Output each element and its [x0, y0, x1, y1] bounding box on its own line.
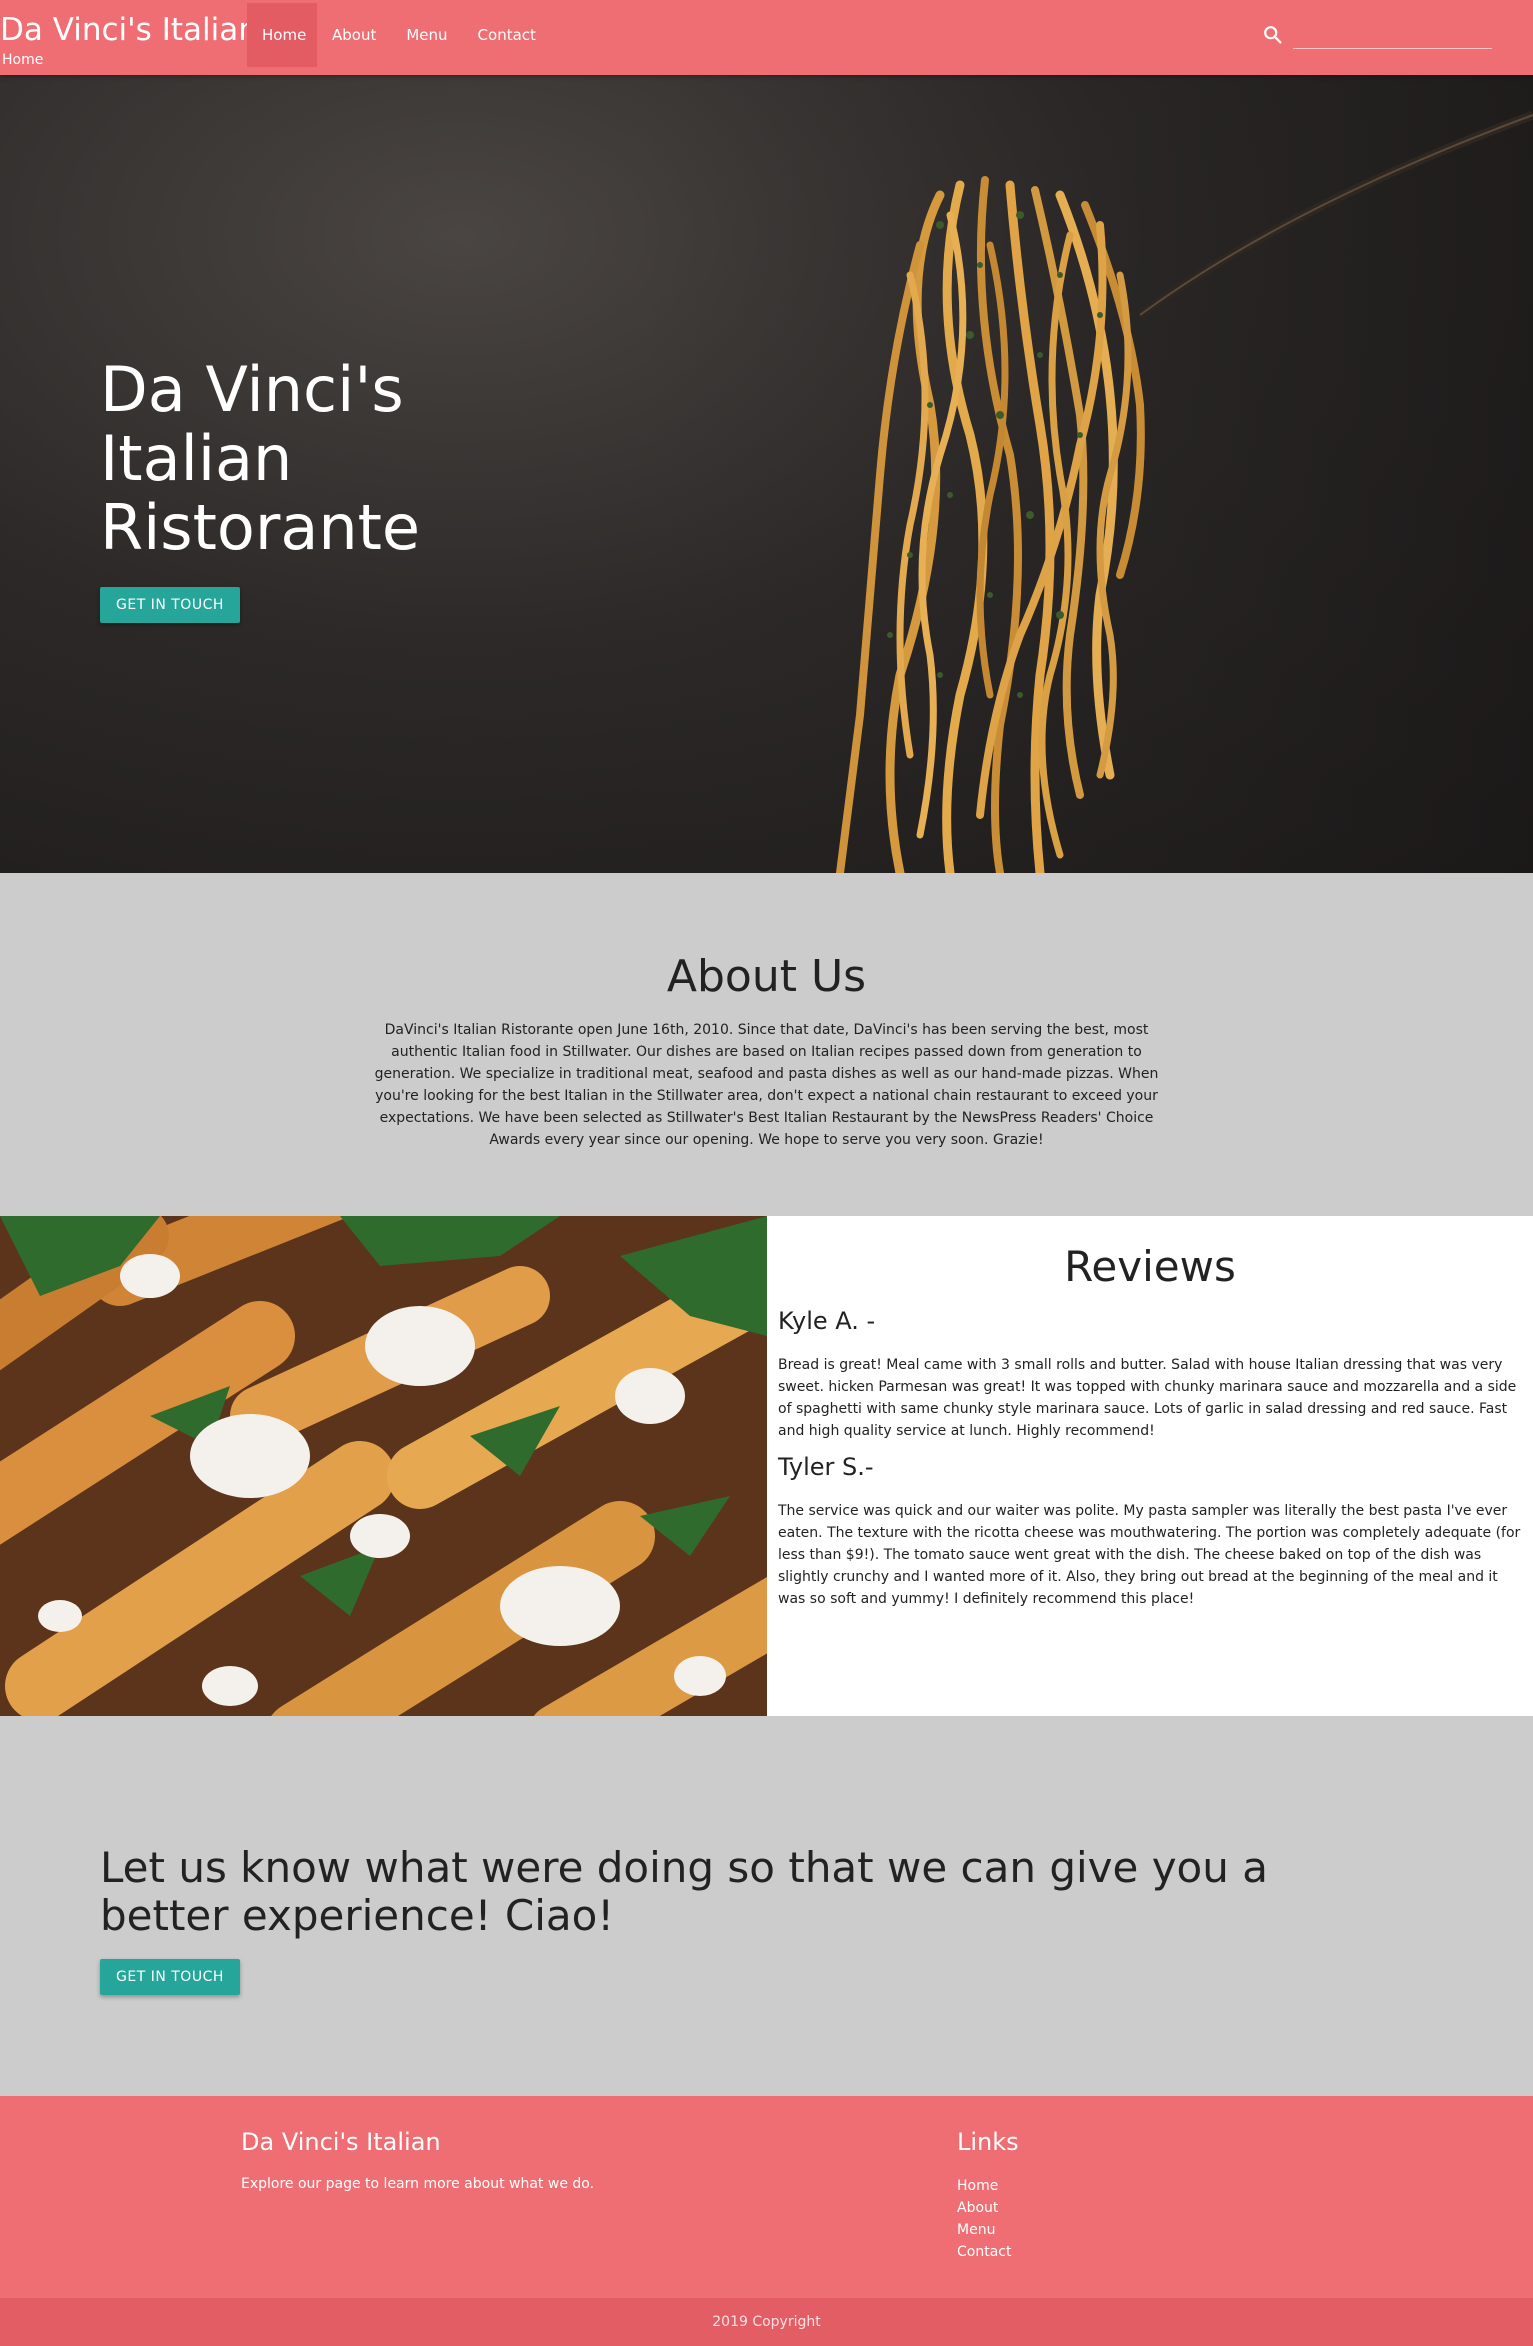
search-icon[interactable] [1262, 24, 1284, 46]
footer-title: Da Vinci's Italian [241, 2128, 441, 2156]
about-title: About Us [666, 951, 867, 1002]
footer-link-menu[interactable]: Menu [957, 2219, 1011, 2241]
get-in-touch-button[interactable]: Get in Touch [100, 587, 240, 623]
footer: Da Vinci's Italian Explore our page to l… [0, 2096, 1533, 2298]
nav-link-about[interactable]: About [317, 3, 391, 67]
footer-link-home[interactable]: Home [957, 2175, 1011, 2197]
navbar: Da Vinci's Italian Home Home About Menu … [0, 0, 1533, 75]
hero-pasta-image [640, 75, 1533, 873]
reviewer-name: Kyle A. - [778, 1307, 876, 1335]
cta-section: Let us know what were doing so that we c… [0, 1716, 1533, 2096]
brand-logo[interactable]: Da Vinci's Italian [0, 10, 258, 50]
footer-link-contact[interactable]: Contact [957, 2241, 1011, 2263]
footer-links-title: Links [957, 2128, 1019, 2156]
review-text: The service was quick and our waiter was… [778, 1503, 1521, 1607]
about-section: About Us DaVinci's Italian Ristorante op… [0, 873, 1533, 1216]
reviewer-name: Tyler S.- [778, 1453, 874, 1481]
reviews-title: Reviews [1064, 1242, 1236, 1291]
hero-section: Da Vinci's Italian Ristorante Get in Tou… [0, 75, 1533, 873]
reviews-section: Reviews Kyle A. - Bread is great! Meal c… [767, 1216, 1533, 1716]
nav-links: Home About Menu Contact [247, 3, 551, 67]
footer-links: Home About Menu Contact [957, 2175, 1011, 2263]
review-text: Bread is great! Meal came with 3 small r… [778, 1357, 1517, 1439]
nav-link-menu[interactable]: Menu [391, 3, 462, 67]
get-in-touch-button[interactable]: Get in Touch [100, 1959, 240, 1995]
about-text: DaVinci's Italian Ristorante open June 1… [374, 1022, 1159, 1148]
breadcrumb: Home [2, 52, 44, 68]
cta-title: Let us know what were doing so that we c… [100, 1843, 1268, 1940]
footer-text: Explore our page to learn more about wha… [241, 2176, 595, 2192]
search-input[interactable] [1293, 20, 1492, 49]
nav-link-contact[interactable]: Contact [463, 3, 551, 67]
penne-pasta-image [0, 1216, 767, 1716]
footer-link-about[interactable]: About [957, 2197, 1011, 2219]
hero-title: Da Vinci's Italian Ristorante [100, 353, 421, 564]
nav-link-home[interactable]: Home [247, 3, 317, 67]
copyright: 2019 Copyright [0, 2298, 1533, 2346]
